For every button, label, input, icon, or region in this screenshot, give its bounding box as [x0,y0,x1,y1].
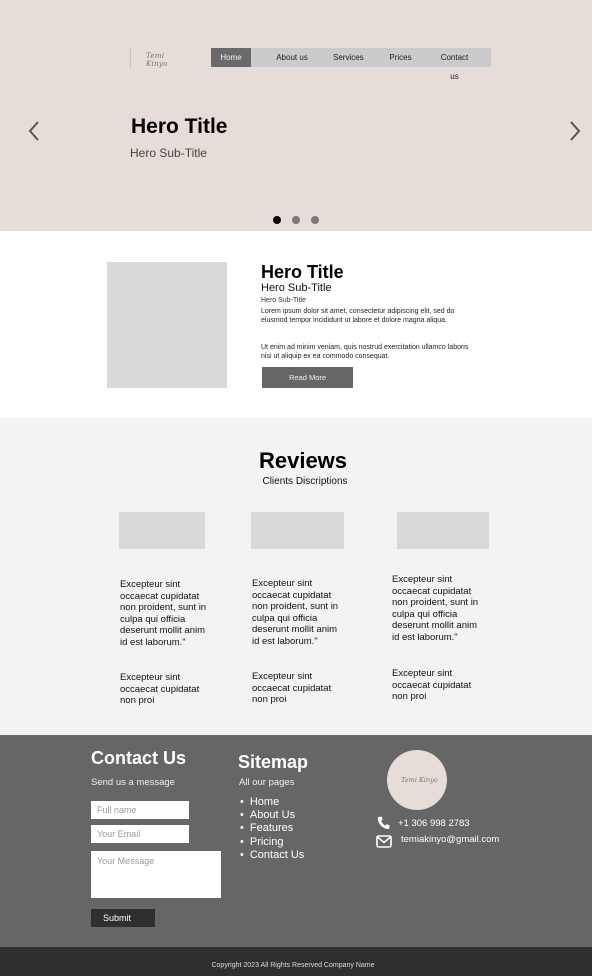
carousel-dot-3[interactable] [311,216,319,224]
sitemap-link-home[interactable]: Home [240,796,304,809]
review-text-secondary: Excepteur sint occaecat cupidatat non pr… [252,671,332,706]
email-address[interactable]: temiakinyo@gmail.com [401,834,499,845]
about-section: Hero Title Hero Sub-Title Hero Sub-Title… [0,231,592,418]
about-small-subtitle: Hero Sub-Title [261,297,306,304]
contact-title: Contact Us [91,748,187,768]
carousel-dot-1[interactable] [273,216,281,224]
review-text: Excepteur sint occaecat cupidatat non pr… [120,579,207,648]
copyright-text: Copyright 2023 All Rights Reserved Compa… [211,962,375,969]
reviews-section: Reviews Clients Discriptions Excepteur s… [0,418,592,735]
sitemap-link-contact-us[interactable]: Contact Us [240,849,304,862]
email-input[interactable]: Your Email [91,825,189,843]
reviews-subtitle: Clients Discriptions [262,476,348,487]
phone-number[interactable]: +1 306 998 2783 [398,818,470,829]
mail-icon [376,835,392,848]
sitemap-link-features[interactable]: Features [240,822,304,835]
about-image-placeholder [107,262,227,388]
sitemap-list: Home About Us Features Pricing Contact U… [240,796,304,862]
nav-item-prices[interactable]: Prices [363,48,438,67]
read-more-button[interactable]: Read More [262,367,353,388]
hero-title: Hero Title [131,115,228,138]
review-image-placeholder [119,512,205,549]
about-paragraph-1: Lorem ipsum dolor sit amet, consectetur … [261,308,455,324]
review-text-secondary: Excepteur sint occaecat cupidatat non pr… [120,672,200,707]
reviews-title: Reviews [258,448,348,473]
carousel-dots [273,216,319,224]
hero-section: Temi Kinyo Home About us Services Prices… [0,0,592,231]
nav-item-services[interactable]: Services [333,48,364,67]
review-text: Excepteur sint occaecat cupidatat non pr… [252,578,339,647]
sitemap-subtitle: All our pages [239,777,295,788]
contact-subtitle: Send us a message [91,777,175,788]
about-paragraph-2: Ut enim ad minim veniam, quis nostrud ex… [261,344,469,360]
review-image-placeholder [251,512,344,549]
carousel-dot-2[interactable] [292,216,300,224]
logo-text: Temi Kinyo [146,52,168,68]
about-title: Hero Title [261,262,344,282]
about-subtitle: Hero Sub-Title [261,282,332,294]
footer-logo-text: Temi Kinyo [401,776,438,784]
chevron-right-icon[interactable] [568,118,582,144]
phone-icon [377,816,390,830]
review-text-secondary: Excepteur sint occaecat cupidatat non pr… [392,668,472,703]
sitemap-title: Sitemap [238,752,309,772]
copyright-bar: Copyright 2023 All Rights Reserved Compa… [0,947,592,976]
footer: Contact Us Send us a message Full name Y… [0,735,592,947]
main-nav: Home About us Services Prices Contact us [211,48,491,81]
nav-item-about-us[interactable]: About us [251,48,333,67]
site-logo[interactable]: Temi Kinyo [130,47,180,69]
submit-button[interactable]: Submit [91,909,155,927]
message-textarea[interactable]: Your Message [91,851,221,898]
review-text: Excepteur sint occaecat cupidatat non pr… [392,574,479,643]
full-name-input[interactable]: Full name [91,801,189,819]
footer-logo[interactable]: Temi Kinyo [387,750,447,810]
nav-item-contact-us[interactable]: Contact us [438,48,471,81]
review-image-placeholder [397,512,489,549]
hero-subtitle: Hero Sub-Title [130,146,207,160]
sitemap-link-about-us[interactable]: About Us [240,809,304,822]
sitemap-link-pricing[interactable]: Pricing [240,836,304,849]
chevron-left-icon[interactable] [27,118,41,144]
nav-item-home[interactable]: Home [211,48,251,67]
